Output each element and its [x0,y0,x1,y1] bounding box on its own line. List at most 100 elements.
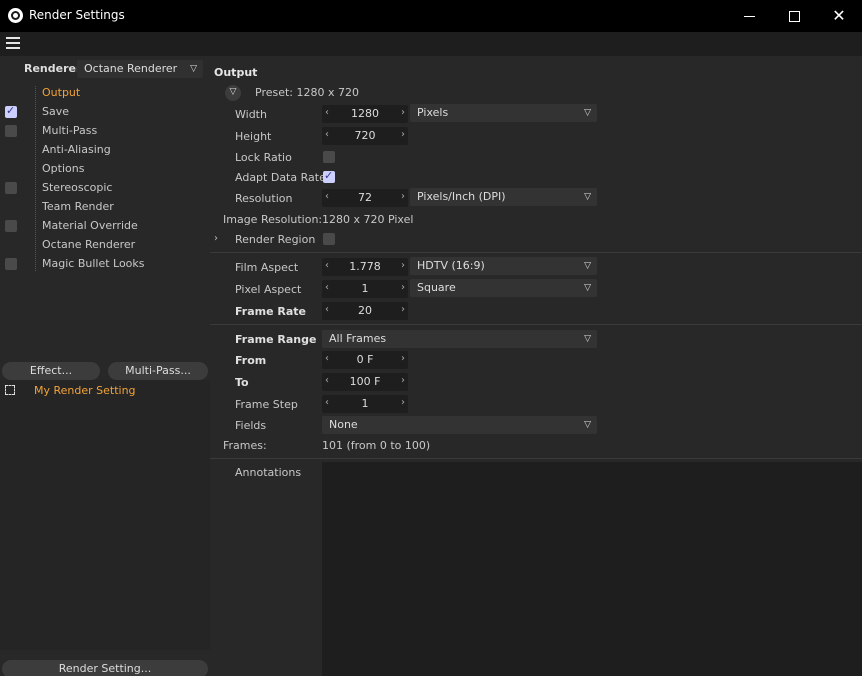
render-setting-button[interactable]: Render Setting... [2,660,208,676]
sidebar-item-material-override[interactable]: Material Override [42,217,138,235]
decrement-icon[interactable]: ‹ [325,353,329,364]
decrement-icon[interactable]: ‹ [325,129,329,140]
film-aspect-preset: HDTV (16:9) [417,259,485,272]
to-value[interactable]: 100 F [334,375,396,388]
fields-label: Fields [235,419,267,432]
increment-icon[interactable]: › [401,397,405,408]
render-setting-icon [5,385,15,395]
frame-step-stepper[interactable]: ‹ 1 › [322,395,408,413]
pixel-aspect-label: Pixel Aspect [235,283,302,296]
film-aspect-label: Film Aspect [235,261,299,274]
frame-range-dropdown[interactable]: All Frames ▽ [322,330,597,348]
increment-icon[interactable]: › [401,304,405,315]
increment-icon[interactable]: › [401,260,405,271]
decrement-icon[interactable]: ‹ [325,107,329,118]
frame-rate-stepper[interactable]: ‹ 20 › [322,302,408,320]
effect-button[interactable]: Effect... [2,362,100,380]
multipass-checkbox[interactable] [5,125,17,137]
width-unit-dropdown[interactable]: Pixels ▽ [410,104,597,122]
increment-icon[interactable]: › [401,191,405,202]
sidebar-item-team-render[interactable]: Team Render [42,198,114,216]
width-stepper[interactable]: ‹ 1280 › [322,105,408,123]
width-value[interactable]: 1280 [334,107,396,120]
sidebar-item-anti-aliasing[interactable]: Anti-Aliasing [42,141,111,159]
output-settings-panel: Output ▽ Preset: 1280 x 720 Width ‹ 1280… [210,56,862,676]
sidebar-item-octane-renderer[interactable]: Octane Renderer [42,236,135,254]
section-title: Output [214,66,258,79]
sidebar-item-multipass[interactable]: Multi-Pass [42,122,97,140]
material-override-checkbox[interactable] [5,220,17,232]
film-aspect-dropdown[interactable]: HDTV (16:9) ▽ [410,257,597,275]
hamburger-menu-icon[interactable] [6,37,20,49]
increment-icon[interactable]: › [401,107,405,118]
sidebar-item-magic-bullet-looks[interactable]: Magic Bullet Looks [42,255,145,273]
sidebar-item-save[interactable]: Save [42,103,69,121]
minimize-button[interactable] [726,0,772,32]
pixel-aspect-value[interactable]: 1 [334,282,396,295]
annotations-textarea[interactable] [322,462,862,676]
pixel-aspect-dropdown[interactable]: Square ▽ [410,279,597,297]
render-region-checkbox[interactable] [323,233,335,245]
pixel-aspect-stepper[interactable]: ‹ 1 › [322,280,408,298]
lock-ratio-checkbox[interactable] [323,151,335,163]
sidebar-item-output[interactable]: Output [42,84,80,102]
frame-range-label: Frame Range [235,333,317,346]
increment-icon[interactable]: › [401,282,405,293]
decrement-icon[interactable]: ‹ [325,260,329,271]
height-label: Height [235,130,272,143]
resolution-value[interactable]: 72 [334,191,396,204]
save-checkbox[interactable] [5,104,17,118]
preset-label[interactable]: Preset: 1280 x 720 [255,86,359,99]
decrement-icon[interactable]: ‹ [325,191,329,202]
resolution-unit-dropdown[interactable]: Pixels/Inch (DPI) ▽ [410,188,597,206]
decrement-icon[interactable]: ‹ [325,282,329,293]
width-label: Width [235,108,267,121]
close-button[interactable]: ✕ [816,0,862,32]
increment-icon[interactable]: › [401,375,405,386]
chevron-right-icon[interactable]: › [214,233,218,244]
chevron-down-icon: ▽ [584,261,591,271]
resolution-stepper[interactable]: ‹ 72 › [322,189,408,207]
increment-icon[interactable]: › [401,353,405,364]
sidebar-item-options[interactable]: Options [42,160,84,178]
render-settings-list: My Render Setting [0,380,210,650]
chevron-down-icon: ▽ [584,334,591,344]
close-icon: ✕ [832,6,846,25]
sidebar-item-stereoscopic[interactable]: Stereoscopic [42,179,112,197]
image-resolution-value: 1280 x 720 Pixel [322,213,414,226]
height-stepper[interactable]: ‹ 720 › [322,127,408,145]
stereoscopic-checkbox[interactable] [5,182,17,194]
fields-value: None [329,418,358,431]
increment-icon[interactable]: › [401,129,405,140]
film-aspect-stepper[interactable]: ‹ 1.778 › [322,258,408,276]
frame-step-value[interactable]: 1 [334,397,396,410]
maximize-button[interactable] [771,0,817,32]
chevron-down-icon: ▽ [584,283,591,293]
renderer-dropdown[interactable]: Octane Renderer ▽ [77,60,203,78]
renderer-dropdown-value: Octane Renderer [84,62,178,75]
multipass-button[interactable]: Multi-Pass... [108,362,208,380]
annotations-label: Annotations [235,466,302,479]
title-bar: Render Settings ✕ [0,0,862,32]
resolution-label: Resolution [235,192,293,205]
frame-step-label: Frame Step [235,398,298,411]
render-setting-item[interactable]: My Render Setting [34,384,136,397]
decrement-icon[interactable]: ‹ [325,304,329,315]
from-stepper[interactable]: ‹ 0 F › [322,351,408,369]
height-value[interactable]: 720 [334,129,396,142]
decrement-icon[interactable]: ‹ [325,397,329,408]
from-label: From [235,354,267,367]
adapt-data-rate-checkbox[interactable] [323,169,335,183]
fields-dropdown[interactable]: None ▽ [322,416,597,434]
from-value[interactable]: 0 F [334,353,396,366]
chevron-down-icon: ▽ [584,420,591,430]
decrement-icon[interactable]: ‹ [325,375,329,386]
magic-bullet-checkbox[interactable] [5,258,17,270]
to-stepper[interactable]: ‹ 100 F › [322,373,408,391]
tree-connector [35,86,36,271]
maximize-icon [788,10,800,22]
film-aspect-value[interactable]: 1.778 [334,260,396,273]
frame-rate-value[interactable]: 20 [334,304,396,317]
preset-expand-icon[interactable]: ▽ [225,85,241,101]
cinema4d-logo-icon [8,8,23,23]
